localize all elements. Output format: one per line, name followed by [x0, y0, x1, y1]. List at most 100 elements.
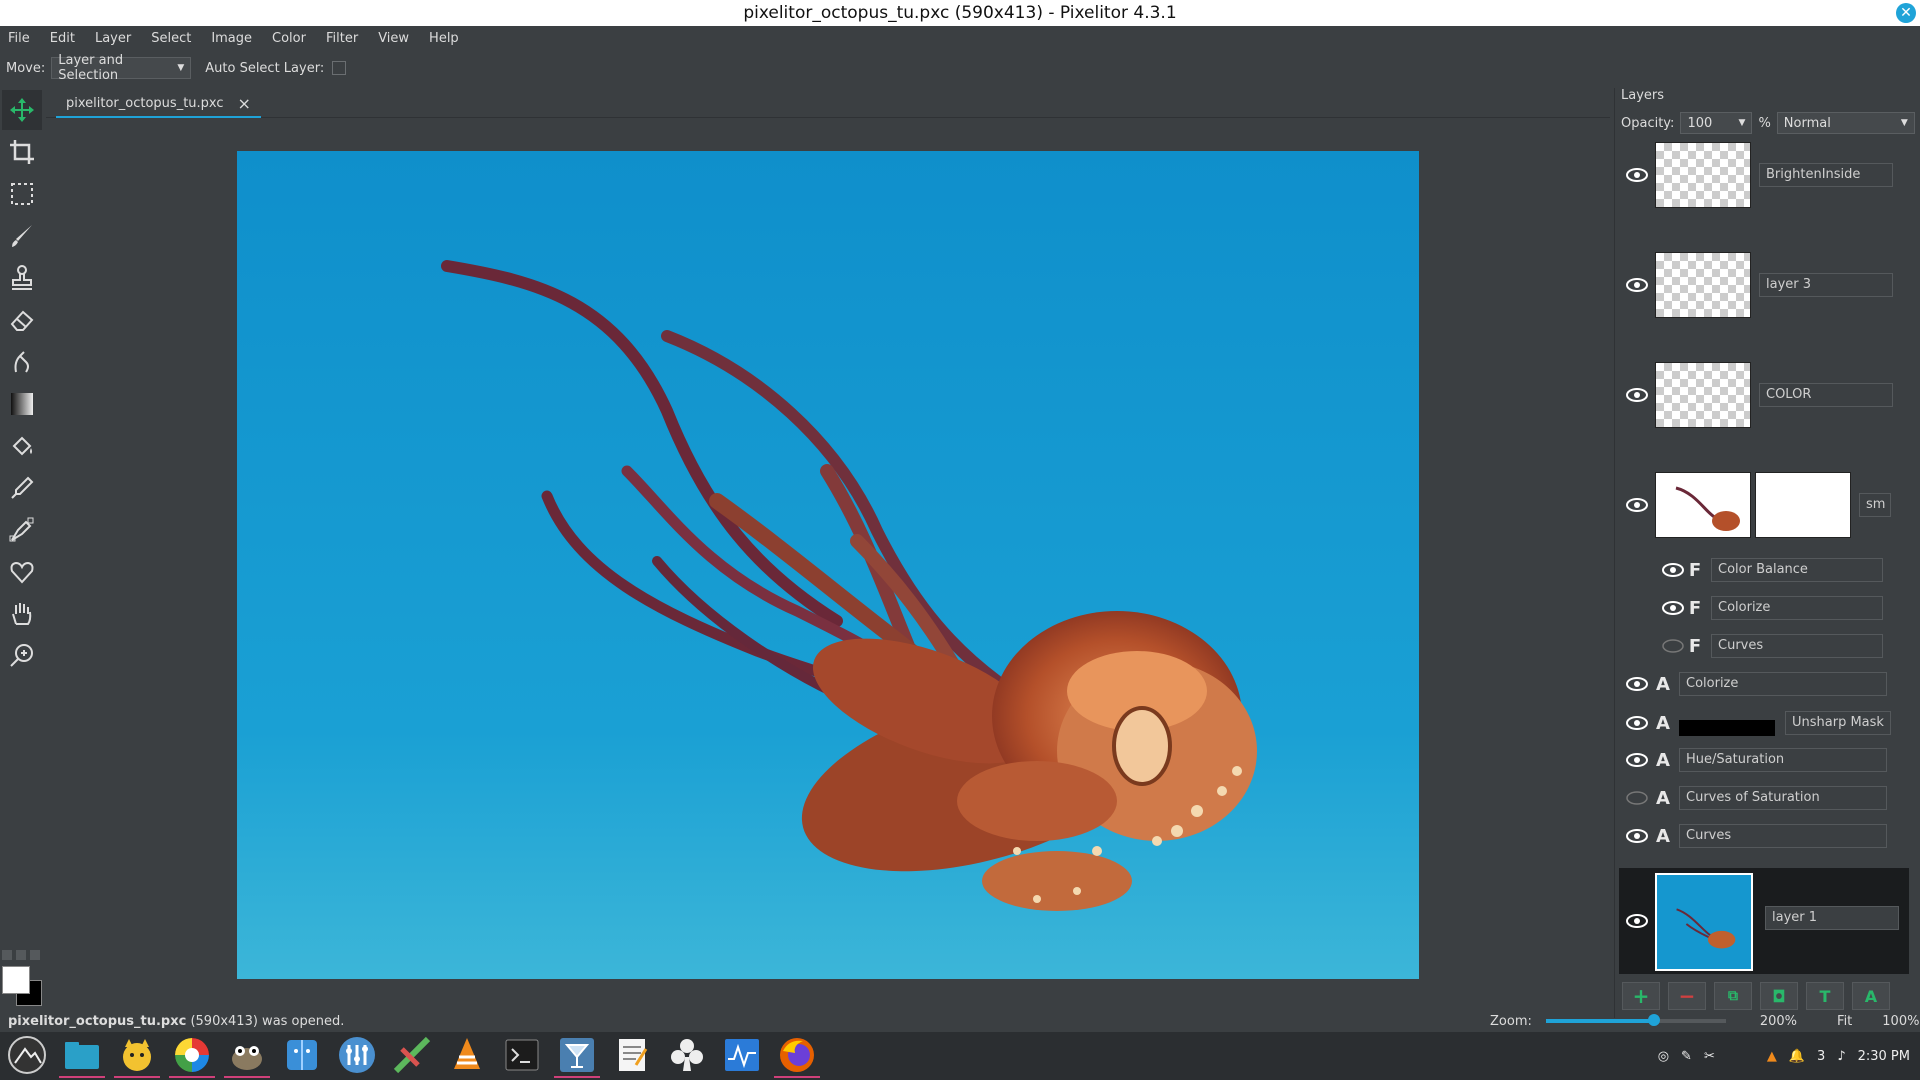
eraser-icon[interactable]: [2, 300, 42, 340]
menu-edit[interactable]: Edit: [50, 31, 75, 46]
firefox-icon[interactable]: [774, 1034, 820, 1078]
text-layer-icon[interactable]: T: [1806, 982, 1844, 1010]
inkscape-icon[interactable]: [389, 1034, 435, 1078]
tray-pen-icon[interactable]: ✎: [1681, 1049, 1692, 1064]
settings-icon[interactable]: [334, 1034, 380, 1078]
close-window-icon[interactable]: ✕: [1896, 3, 1916, 23]
filter-row[interactable]: F Colorize: [1661, 596, 1920, 620]
hand-icon[interactable]: [2, 594, 42, 634]
gradient-icon[interactable]: [2, 384, 42, 424]
menu-help[interactable]: Help: [429, 31, 459, 46]
adjustment-row[interactable]: A Unsharp Mask: [1625, 710, 1915, 736]
auto-select-checkbox[interactable]: [332, 61, 347, 75]
layer-row[interactable]: layer 3: [1625, 252, 1915, 318]
move-icon[interactable]: [2, 90, 42, 130]
eye-icon[interactable]: [1625, 167, 1649, 183]
menu-select[interactable]: Select: [151, 31, 191, 46]
files-icon[interactable]: [59, 1034, 105, 1078]
selection-icon[interactable]: [2, 174, 42, 214]
menu-layer[interactable]: Layer: [95, 31, 131, 46]
foreground-color-swatch[interactable]: [2, 966, 30, 994]
menu-color[interactable]: Color: [272, 31, 306, 46]
eye-icon[interactable]: [1625, 387, 1649, 403]
add-layer-icon[interactable]: +: [1622, 982, 1660, 1010]
adjustment-name-field[interactable]: Hue/Saturation: [1679, 748, 1887, 772]
menu-file[interactable]: File: [8, 31, 30, 46]
canvas-image[interactable]: [237, 151, 1419, 979]
finder-icon[interactable]: [279, 1034, 325, 1078]
cocktail-icon[interactable]: [554, 1034, 600, 1078]
cards-icon[interactable]: [664, 1034, 710, 1078]
close-tab-icon[interactable]: ×: [238, 94, 251, 113]
opacity-field[interactable]: 100 ▼: [1680, 112, 1753, 134]
color-swatches[interactable]: [2, 950, 44, 1006]
tab-document[interactable]: pixelitor_octopus_tu.pxc ×: [56, 90, 261, 118]
adjustment-row[interactable]: A Curves: [1625, 824, 1915, 848]
swatch-random-icon[interactable]: [30, 950, 40, 960]
layer-name-field[interactable]: layer 1: [1765, 906, 1899, 930]
layer-row[interactable]: sm: [1625, 472, 1915, 538]
clone-stamp-icon[interactable]: [2, 258, 42, 298]
adjustment-name-field[interactable]: Colorize: [1679, 672, 1887, 696]
tray-network-icon[interactable]: ◎: [1658, 1049, 1669, 1064]
color-wheel-icon[interactable]: [169, 1034, 215, 1078]
layer-name-field[interactable]: COLOR: [1759, 383, 1893, 407]
menu-filter[interactable]: Filter: [326, 31, 358, 46]
system-monitor-icon[interactable]: [719, 1034, 765, 1078]
shapes-icon[interactable]: [2, 552, 42, 592]
move-mode-dropdown[interactable]: Layer and Selection ▼: [51, 53, 192, 83]
vlc-icon[interactable]: [444, 1034, 490, 1078]
zoom-fit-button[interactable]: Fit: [1837, 1014, 1852, 1029]
zoom-100-button[interactable]: 100%: [1882, 1014, 1919, 1029]
terminal-icon[interactable]: [499, 1034, 545, 1078]
cat-app-icon[interactable]: [114, 1034, 160, 1078]
mask-icon[interactable]: ◘: [1760, 982, 1798, 1010]
adjustment-name-field[interactable]: Unsharp Mask: [1785, 711, 1891, 735]
filter-name-field[interactable]: Colorize: [1711, 596, 1883, 620]
tray-notification-icon[interactable]: 🔔: [1789, 1049, 1805, 1064]
filter-row[interactable]: F Curves: [1661, 634, 1920, 658]
adjustment-layer-icon[interactable]: A: [1852, 982, 1890, 1010]
crop-icon[interactable]: [2, 132, 42, 172]
eye-icon[interactable]: [1625, 828, 1649, 844]
blend-mode-dropdown[interactable]: Normal ▼: [1776, 112, 1915, 134]
paint-bucket-icon[interactable]: [2, 426, 42, 466]
layer-name-field[interactable]: BrightenInside: [1759, 163, 1893, 187]
pen-icon[interactable]: [2, 510, 42, 550]
duplicate-layer-icon[interactable]: ⧉: [1714, 982, 1752, 1010]
smudge-icon[interactable]: [2, 342, 42, 382]
layer-name-field[interactable]: layer 3: [1759, 273, 1893, 297]
selected-layer-row[interactable]: layer 1: [1619, 868, 1909, 974]
gimp-icon[interactable]: [224, 1034, 270, 1078]
adjustment-name-field[interactable]: Curves of Saturation: [1679, 786, 1887, 810]
zoom-slider[interactable]: [1545, 1014, 1726, 1026]
color-picker-icon[interactable]: [2, 468, 42, 508]
eye-hidden-icon[interactable]: [1661, 638, 1685, 654]
layer-row[interactable]: COLOR: [1625, 362, 1915, 428]
layer-name-field[interactable]: sm: [1859, 493, 1891, 517]
eye-icon[interactable]: [1625, 752, 1649, 768]
adjustment-row[interactable]: A Curves of Saturation: [1625, 786, 1915, 810]
tray-scissors-icon[interactable]: ✂: [1704, 1049, 1715, 1064]
launcher-icon[interactable]: [4, 1034, 50, 1078]
zoom-slider-handle[interactable]: [1647, 1014, 1660, 1026]
filter-row[interactable]: F Color Balance: [1661, 558, 1920, 582]
text-editor-icon[interactable]: [609, 1034, 655, 1078]
eye-icon[interactable]: [1625, 913, 1649, 929]
swatch-swap-icon[interactable]: [16, 950, 26, 960]
adjustment-row[interactable]: A Hue/Saturation: [1625, 748, 1915, 772]
menu-image[interactable]: Image: [211, 31, 252, 46]
adjustment-name-field[interactable]: Curves: [1679, 824, 1887, 848]
brush-icon[interactable]: [2, 216, 42, 256]
filter-name-field[interactable]: Color Balance: [1711, 558, 1883, 582]
tray-clock[interactable]: 2:30 PM: [1858, 1049, 1910, 1064]
menu-view[interactable]: View: [378, 31, 409, 46]
eye-icon[interactable]: [1661, 600, 1685, 616]
eye-icon[interactable]: [1625, 497, 1649, 513]
zoom-icon[interactable]: [2, 636, 42, 676]
eye-icon[interactable]: [1625, 277, 1649, 293]
adjustment-row[interactable]: A Colorize: [1625, 672, 1915, 696]
tray-volume-icon[interactable]: ♪: [1837, 1049, 1845, 1064]
tray-vlc-icon[interactable]: ▲: [1767, 1049, 1777, 1064]
swatch-reset-icon[interactable]: [2, 950, 12, 960]
